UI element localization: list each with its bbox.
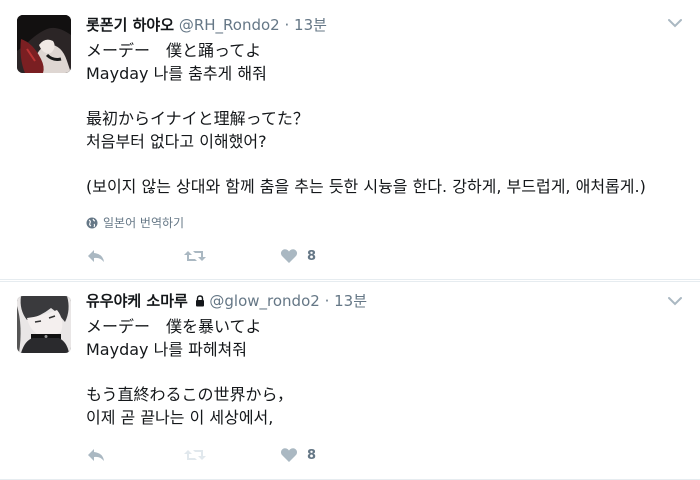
like-count: 8 [307, 248, 317, 264]
chevron-down-icon[interactable] [668, 296, 682, 306]
retweet-button[interactable] [183, 447, 280, 463]
tweet-line: Mayday 나를 춤추게 해줘 [86, 64, 267, 83]
translate-link[interactable]: 일본어 번역하기 [86, 214, 184, 231]
retweet-icon [184, 450, 206, 460]
timestamp[interactable]: 13분 [334, 292, 367, 310]
tweet-line: もう直終わるこの世界から， [86, 385, 294, 404]
timeline: 롯폰기 하야오 @RH_Rondo2 · 13분 メーデー 僕と踊ってよ May… [0, 0, 700, 480]
reply-button[interactable] [86, 248, 183, 264]
tweet-actions: 8 [86, 444, 316, 466]
lock-icon [195, 295, 204, 307]
tweet-actions: 8 [86, 245, 316, 267]
display-name[interactable]: 유우야케 소마루 [86, 292, 188, 310]
tweet-text: メーデー 僕を暴いてよ Mayday 나를 파헤쳐줘 もう直終わるこの世界から，… [86, 315, 676, 429]
translate-label: 일본어 번역하기 [103, 216, 185, 230]
tweet-line: メーデー 僕と踊ってよ [86, 41, 262, 60]
tweet-line: (보이지 않는 상대와 함께 춤을 추는 듯한 시늉을 한다. 강하게, 부드럽… [86, 177, 646, 196]
reply-icon [88, 449, 104, 461]
heart-icon [280, 448, 298, 462]
avatar[interactable] [17, 15, 71, 73]
tweet-line: 最初からイナイと理解ってた？ [86, 109, 309, 128]
tweet[interactable]: 롯폰기 하야오 @RH_Rondo2 · 13분 メーデー 僕と踊ってよ May… [0, 0, 700, 280]
display-name[interactable]: 롯폰기 하야오 [86, 16, 174, 34]
tweet-text: メーデー 僕と踊ってよ Mayday 나를 춤추게 해줘 最初からイナイと理解っ… [86, 39, 676, 198]
chevron-down-icon[interactable] [668, 18, 682, 28]
tweet-line: 처음부터 없다고 이해했어? [86, 132, 267, 151]
retweet-button[interactable] [183, 248, 280, 264]
like-count: 8 [307, 447, 317, 463]
tweet-header: 유우야케 소마루 @glow_rondo2 · 13분 [86, 290, 367, 312]
username[interactable]: @RH_Rondo2 [179, 16, 280, 34]
username[interactable]: @glow_rondo2 [209, 292, 319, 310]
avatar[interactable] [17, 296, 71, 353]
tweet-line: 이제 곧 끝나는 이 세상에서, [86, 408, 274, 427]
tweet-line: メーデー 僕を暴いてよ [86, 317, 262, 336]
tweet[interactable]: 유우야케 소마루 @glow_rondo2 · 13분 メーデー 僕を暴いてよ … [0, 281, 700, 480]
separator-dot: · [324, 292, 330, 310]
separator-dot: · [284, 16, 290, 34]
like-button[interactable]: 8 [280, 447, 316, 463]
reply-button[interactable] [86, 447, 183, 463]
retweet-icon [184, 251, 206, 261]
globe-icon [86, 217, 98, 228]
like-button[interactable]: 8 [280, 248, 316, 264]
heart-icon [280, 249, 298, 263]
reply-icon [88, 250, 104, 262]
tweet-line: Mayday 나를 파헤쳐줘 [86, 340, 247, 359]
timestamp[interactable]: 13분 [294, 16, 327, 34]
tweet-header: 롯폰기 하야오 @RH_Rondo2 · 13분 [86, 14, 327, 36]
